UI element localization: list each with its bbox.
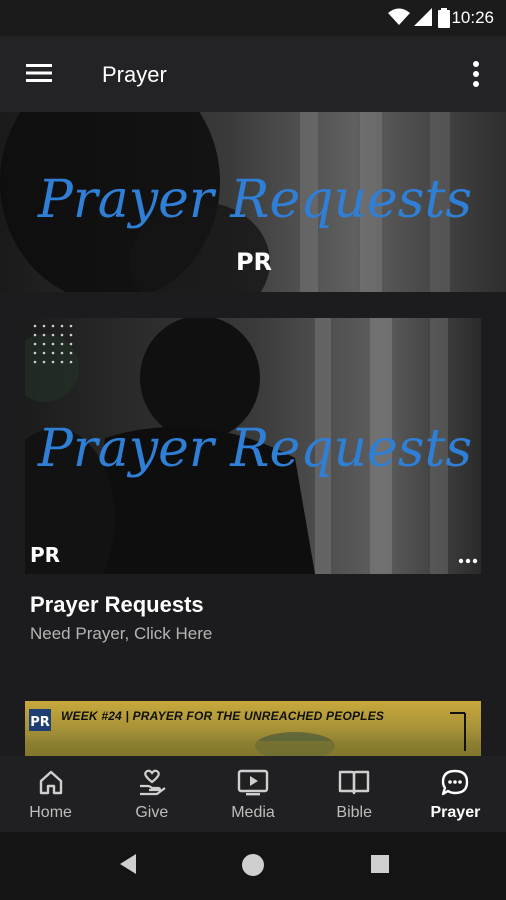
- nav-home[interactable]: Home: [0, 756, 101, 832]
- prayer-requests-card-image[interactable]: Prayer Requests PR: [25, 318, 481, 574]
- card-script-title: Prayer Requests: [37, 419, 472, 479]
- battery-icon: [438, 8, 450, 28]
- hero-banner[interactable]: Prayer Requests PR: [0, 112, 506, 292]
- give-icon: [139, 769, 166, 796]
- page-title: Prayer: [102, 62, 167, 87]
- home-icon: [39, 770, 62, 795]
- hero-image: Prayer Requests PR: [0, 112, 506, 292]
- nav-media-label: Media: [231, 804, 275, 821]
- status-bar: 10:26: [0, 0, 506, 36]
- recents-icon[interactable]: [370, 852, 390, 876]
- banner2-text: WEEK #24 | PRAYER FOR THE UNREACHED PEOP…: [61, 709, 385, 723]
- hero-script-title: Prayer Requests: [37, 170, 472, 230]
- content-feed[interactable]: Prayer Requests PR Prayer Requests PR Pr…: [0, 112, 506, 756]
- cellular-signal-icon: [414, 8, 432, 26]
- more-horiz-icon[interactable]: [457, 556, 479, 566]
- nav-bible[interactable]: Bible: [304, 756, 405, 832]
- wifi-icon: [388, 8, 410, 25]
- menu-icon[interactable]: [24, 61, 54, 85]
- card-logo: PR: [30, 543, 60, 567]
- prayer-icon: [442, 769, 469, 796]
- nav-bible-label: Bible: [336, 804, 372, 821]
- nav-home-label: Home: [29, 804, 72, 821]
- nav-give[interactable]: Give: [101, 756, 202, 832]
- clock: 10:26: [451, 8, 494, 27]
- home-button-icon[interactable]: [240, 852, 266, 878]
- hero-logo: PR: [236, 248, 272, 276]
- nav-prayer-label: Prayer: [430, 804, 481, 821]
- bottom-navigation: Home Give Media Bible Prayer: [0, 756, 506, 832]
- unreached-peoples-banner[interactable]: PR WEEK #24 | PRAYER FOR THE UNREACHED P…: [25, 701, 481, 756]
- app-bar: Prayer: [0, 36, 506, 112]
- nav-media[interactable]: Media: [202, 756, 303, 832]
- card-subtitle: Need Prayer, Click Here: [30, 624, 213, 643]
- card-title[interactable]: Prayer Requests: [30, 592, 204, 618]
- nav-prayer[interactable]: Prayer: [405, 756, 506, 832]
- more-vert-icon[interactable]: [466, 58, 486, 90]
- back-icon[interactable]: [118, 852, 140, 876]
- banner2-logo: PR: [30, 715, 50, 730]
- nav-give-label: Give: [135, 804, 169, 821]
- media-icon: [237, 769, 269, 796]
- bible-icon: [339, 770, 370, 795]
- system-navigation-bar: [0, 832, 506, 900]
- card-image: Prayer Requests PR: [25, 318, 481, 574]
